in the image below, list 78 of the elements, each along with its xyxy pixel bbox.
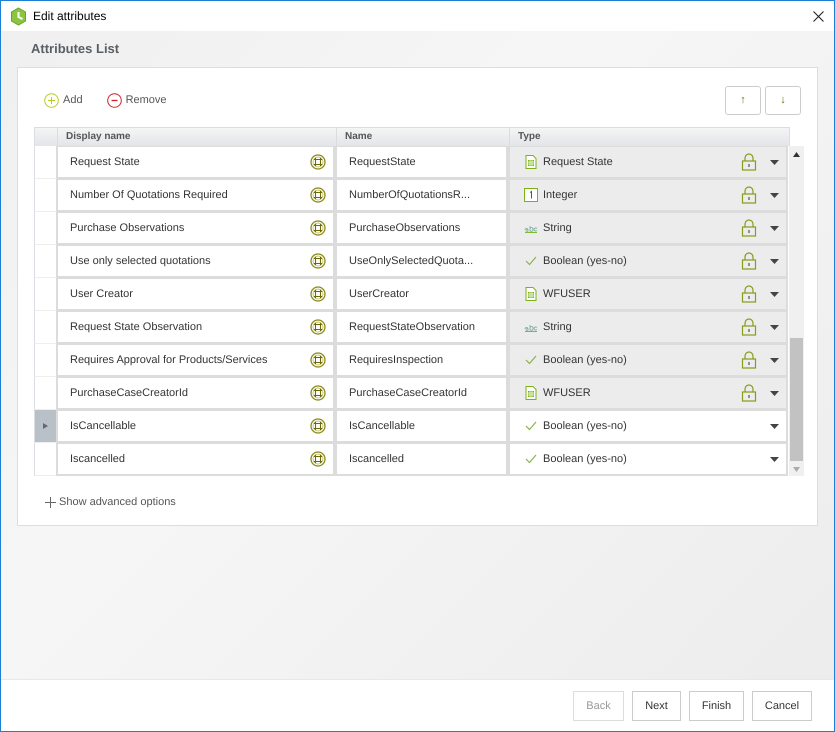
app-logo-icon (10, 6, 27, 26)
name-field[interactable]: Iscancelled (335, 443, 508, 476)
minus-circle-icon (106, 92, 122, 108)
caret-icon (770, 358, 779, 362)
lock-icon (741, 351, 757, 369)
caret-icon (770, 292, 779, 296)
check-icon (525, 355, 537, 365)
name-field[interactable]: RequestStateObservation (335, 311, 508, 344)
display-name-field[interactable]: Requires Approval for Products/Services (56, 344, 335, 377)
name-field[interactable]: NumberOfQuotationsR... (335, 179, 508, 212)
type-dropdown[interactable]: Boolean (yes-no) (508, 344, 788, 377)
check-icon (525, 421, 537, 431)
name-field[interactable]: PurchaseCaseCreatorId (335, 377, 508, 410)
lock-icon (741, 384, 757, 402)
window-title: Edit attributes (33, 9, 106, 23)
display-name-field[interactable]: Request State Observation (56, 311, 335, 344)
type-dropdown[interactable]: Boolean (yes-no) (508, 245, 788, 278)
caret-icon (770, 424, 779, 428)
type-dropdown[interactable]: String (508, 212, 788, 245)
caret-icon (770, 456, 779, 462)
next-button[interactable]: Next (632, 690, 681, 720)
lock-icon (741, 285, 757, 303)
lock-icon (741, 252, 757, 270)
lock-icon (741, 186, 757, 204)
add-button[interactable]: Add (44, 92, 83, 108)
lock-icon (741, 318, 757, 336)
caret-icon (770, 390, 779, 396)
text-icon (524, 322, 538, 332)
table-icon (525, 287, 537, 301)
display-name-field[interactable]: Request State (56, 146, 335, 179)
row-pointer-icon (43, 423, 48, 429)
type-dropdown[interactable]: Boolean (yes-no) (508, 443, 788, 476)
caret-icon (770, 226, 779, 230)
name-field[interactable]: IsCancellable (335, 410, 508, 443)
table-icon (525, 155, 537, 169)
display-name-field[interactable]: Use only selected quotations (56, 245, 335, 278)
scroll-up-icon (793, 152, 800, 157)
display-name-field[interactable]: PurchaseCaseCreatorId (56, 377, 335, 410)
scrollbar[interactable] (789, 146, 804, 476)
display-name-field[interactable]: User Creator (56, 278, 335, 311)
number-icon (524, 188, 538, 202)
type-dropdown[interactable]: WFUSER (508, 278, 788, 311)
name-field[interactable]: PurchaseObservations (335, 212, 508, 245)
name-field[interactable]: RequestState (335, 146, 508, 179)
type-dropdown[interactable]: Request State (508, 146, 788, 179)
caret-icon (770, 258, 779, 264)
plus-icon (45, 496, 56, 508)
caret-icon (770, 192, 779, 198)
display-name-field[interactable]: Number Of Quotations Required (56, 179, 335, 212)
name-field[interactable]: UserCreator (335, 278, 508, 311)
scroll-down-icon (793, 467, 800, 472)
text-icon (524, 223, 538, 233)
check-icon (525, 454, 537, 464)
section-heading: Attributes List (30, 40, 120, 58)
remove-button[interactable]: Remove (106, 92, 167, 108)
move-down-button[interactable]: ↓ (765, 86, 801, 114)
display-name-field[interactable]: Iscancelled (56, 443, 335, 476)
table-icon (525, 386, 537, 400)
move-up-button[interactable]: ↑ (725, 86, 761, 114)
lock-icon (741, 153, 757, 171)
cancel-button[interactable]: Cancel (752, 690, 812, 720)
type-dropdown[interactable]: Integer (508, 179, 788, 212)
check-icon (525, 256, 537, 266)
finish-button[interactable]: Finish (689, 690, 744, 720)
lock-icon (741, 219, 757, 237)
name-field[interactable]: UseOnlySelectedQuota... (335, 245, 508, 278)
name-field[interactable]: RequiresInspection (335, 344, 508, 377)
caret-icon (770, 324, 779, 330)
show-advanced-link[interactable]: Show advanced options (34, 496, 801, 508)
display-name-field[interactable]: IsCancellable (56, 410, 335, 443)
plus-circle-icon (44, 92, 59, 108)
display-name-field[interactable]: Purchase Observations (56, 212, 335, 245)
close-icon[interactable] (813, 10, 824, 22)
caret-icon (770, 160, 779, 164)
type-dropdown[interactable]: WFUSER (508, 377, 788, 410)
type-dropdown[interactable]: Boolean (yes-no) (508, 410, 788, 443)
row-selector[interactable] (34, 410, 56, 443)
type-dropdown[interactable]: String (508, 311, 788, 344)
